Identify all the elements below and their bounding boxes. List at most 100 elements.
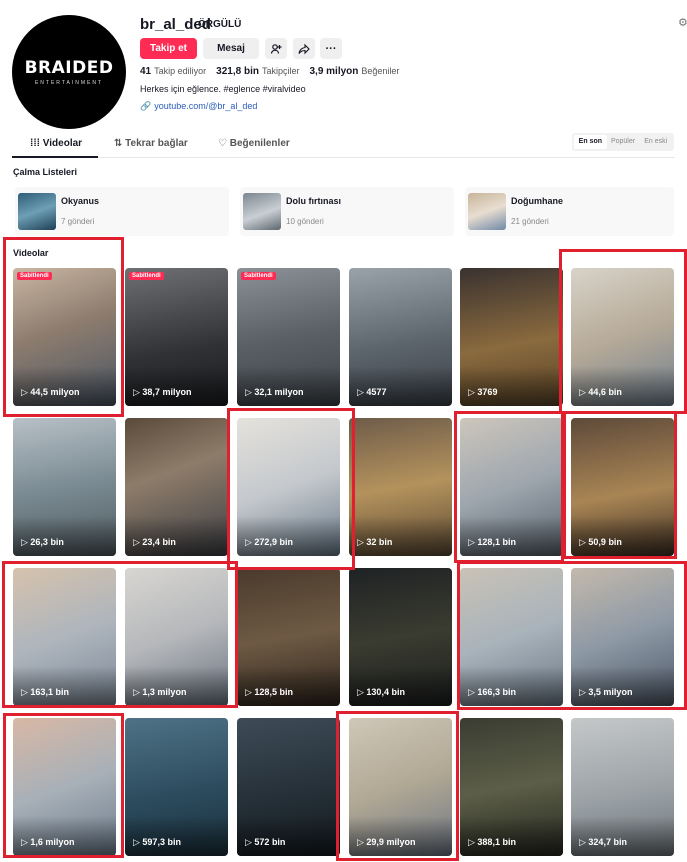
- video-thumbnail[interactable]: ▷ 128,5 bin: [237, 568, 340, 706]
- highlight-frame: [457, 561, 687, 710]
- avatar[interactable]: BRAIDED ENTERTAINMENT: [12, 15, 126, 129]
- sort-toggle: En son Popüler En eski: [572, 133, 674, 151]
- playlist-card[interactable]: Doğumhane 21 gönderi: [465, 187, 674, 236]
- tab-videos[interactable]: ⁞⁞⁞ Videolar: [30, 138, 82, 149]
- nickname: ÖRGÜLÜ: [198, 19, 242, 30]
- view-count: ▷ 3769: [468, 387, 497, 398]
- sort-latest[interactable]: En son: [574, 135, 607, 149]
- thumbnail-shade: [237, 666, 340, 706]
- followers-count: 321,8 bin: [216, 66, 259, 77]
- pinned-badge: Sabitlendi: [129, 272, 164, 280]
- following-stat[interactable]: 41 Takip ediliyor: [140, 66, 206, 77]
- playlist-thumbnail: [243, 193, 281, 230]
- view-count: ▷ 38,7 milyon: [133, 387, 191, 398]
- video-thumbnail[interactable]: ▷ 23,4 bin: [125, 418, 228, 556]
- view-count-text: 26,3 bin: [30, 537, 64, 547]
- active-tab-indicator: [12, 156, 98, 158]
- video-thumbnail[interactable]: ▷ 572 bin: [237, 718, 340, 856]
- view-count-text: 597,3 bin: [142, 837, 181, 847]
- highlight-frame: [559, 249, 687, 414]
- view-count: ▷ 32 bin: [357, 537, 392, 548]
- view-count-text: 38,7 milyon: [142, 387, 192, 397]
- likes-stat: 3,9 milyon Beğeniler: [309, 66, 399, 77]
- view-count: ▷ 26,3 bin: [21, 537, 64, 548]
- play-icon: ▷: [357, 687, 367, 697]
- view-count-text: 388,1 bin: [477, 837, 516, 847]
- profile-stats: 41 Takip ediliyor 321,8 bin Takipçiler 3,9…: [140, 66, 399, 77]
- view-count: ▷ 23,4 bin: [133, 537, 176, 548]
- view-count-text: 32 bin: [366, 537, 393, 547]
- highlight-frame: [3, 237, 124, 417]
- view-count: ▷ 4577: [357, 387, 386, 398]
- video-thumbnail[interactable]: ▷ 32 bin: [349, 418, 452, 556]
- play-icon: ▷: [133, 387, 143, 397]
- thumbnail-shade: [125, 366, 228, 406]
- play-icon: ▷: [579, 837, 589, 847]
- thumbnail-shade: [460, 366, 563, 406]
- video-thumbnail[interactable]: ▷ 3769: [460, 268, 563, 406]
- settings-icon[interactable]: ⚙: [678, 16, 687, 29]
- following-label: Takip ediliyor: [154, 66, 207, 76]
- tab-liked[interactable]: ♡ Beğenilenler: [218, 138, 290, 149]
- video-thumbnail[interactable]: ▷ 26,3 bin: [13, 418, 116, 556]
- playlist-card[interactable]: Dolu fırtınası 10 gönderi: [240, 187, 454, 236]
- sort-oldest[interactable]: En eski: [639, 135, 672, 149]
- following-count: 41: [140, 66, 152, 77]
- grid-icon: ⁞⁞⁞: [30, 138, 43, 149]
- sort-popular[interactable]: Popüler: [607, 135, 640, 149]
- highlight-frame: [2, 561, 238, 708]
- playlist-thumbnail: [18, 193, 56, 230]
- followers-label: Takipçiler: [261, 66, 300, 76]
- share-icon[interactable]: [293, 38, 315, 59]
- profile-link[interactable]: 🔗 youtube.com/@br_al_ded: [140, 101, 257, 112]
- thumbnail-shade: [13, 516, 116, 556]
- video-thumbnail[interactable]: Sabitlendi ▷ 38,7 milyon: [125, 268, 228, 406]
- view-count-text: 32,1 milyon: [254, 387, 304, 397]
- play-icon: ▷: [245, 837, 255, 847]
- video-thumbnail[interactable]: ▷ 597,3 bin: [125, 718, 228, 856]
- video-thumbnail[interactable]: ▷ 130,4 bin: [349, 568, 452, 706]
- highlight-frame: [3, 713, 124, 858]
- video-thumbnail[interactable]: ▷ 324,7 bin: [571, 718, 674, 856]
- view-count: ▷ 597,3 bin: [133, 837, 181, 848]
- tab-liked-label: Beğenilenler: [229, 138, 290, 149]
- thumbnail-shade: [349, 366, 452, 406]
- highlight-frame: [227, 408, 355, 570]
- video-thumbnail[interactable]: Sabitlendi ▷ 32,1 milyon: [237, 268, 340, 406]
- thumbnail-shade: [237, 816, 340, 856]
- follow-button[interactable]: Takip et: [140, 38, 197, 59]
- more-options-icon[interactable]: ···: [320, 38, 342, 59]
- video-thumbnail[interactable]: ▷ 388,1 bin: [460, 718, 563, 856]
- view-count: ▷ 32,1 milyon: [245, 387, 303, 398]
- avatar-logo-sub: ENTERTAINMENT: [34, 80, 104, 86]
- profile-link-text[interactable]: youtube.com/@br_al_ded: [154, 101, 257, 111]
- playlist-count: 10 gönderi: [286, 217, 324, 226]
- playlist-count: 21 gönderi: [511, 217, 549, 226]
- view-count-text: 3769: [477, 387, 498, 397]
- thumbnail-shade: [349, 516, 452, 556]
- play-icon: ▷: [133, 837, 143, 847]
- view-count-text: 128,5 bin: [254, 687, 293, 697]
- video-thumbnail[interactable]: ▷ 4577: [349, 268, 452, 406]
- play-icon: ▷: [357, 387, 367, 397]
- playlist-name: Okyanus: [61, 196, 100, 206]
- playlist-name: Dolu fırtınası: [286, 196, 342, 206]
- followers-stat[interactable]: 321,8 bin Takipçiler: [216, 66, 299, 77]
- thumbnail-shade: [571, 816, 674, 856]
- add-friend-icon[interactable]: [265, 38, 287, 59]
- playlist-card[interactable]: Okyanus 7 gönderi: [15, 187, 229, 236]
- play-icon: ▷: [21, 537, 31, 547]
- tab-reposts[interactable]: ⇅ Tekrar bağlar: [114, 138, 188, 149]
- avatar-logo: BRAIDED: [24, 58, 114, 78]
- message-button[interactable]: Mesaj: [203, 38, 259, 59]
- thumbnail-shade: [125, 816, 228, 856]
- thumbnail-shade: [460, 816, 563, 856]
- view-count: ▷ 324,7 bin: [579, 837, 627, 848]
- likes-label: Beğeniler: [361, 66, 400, 76]
- view-count-text: 4577: [366, 387, 387, 397]
- thumbnail-shade: [237, 366, 340, 406]
- view-count-text: 23,4 bin: [142, 537, 176, 547]
- tab-videos-label: Videolar: [42, 138, 83, 149]
- repost-icon: ⇅: [114, 138, 126, 149]
- play-icon: ▷: [357, 537, 367, 547]
